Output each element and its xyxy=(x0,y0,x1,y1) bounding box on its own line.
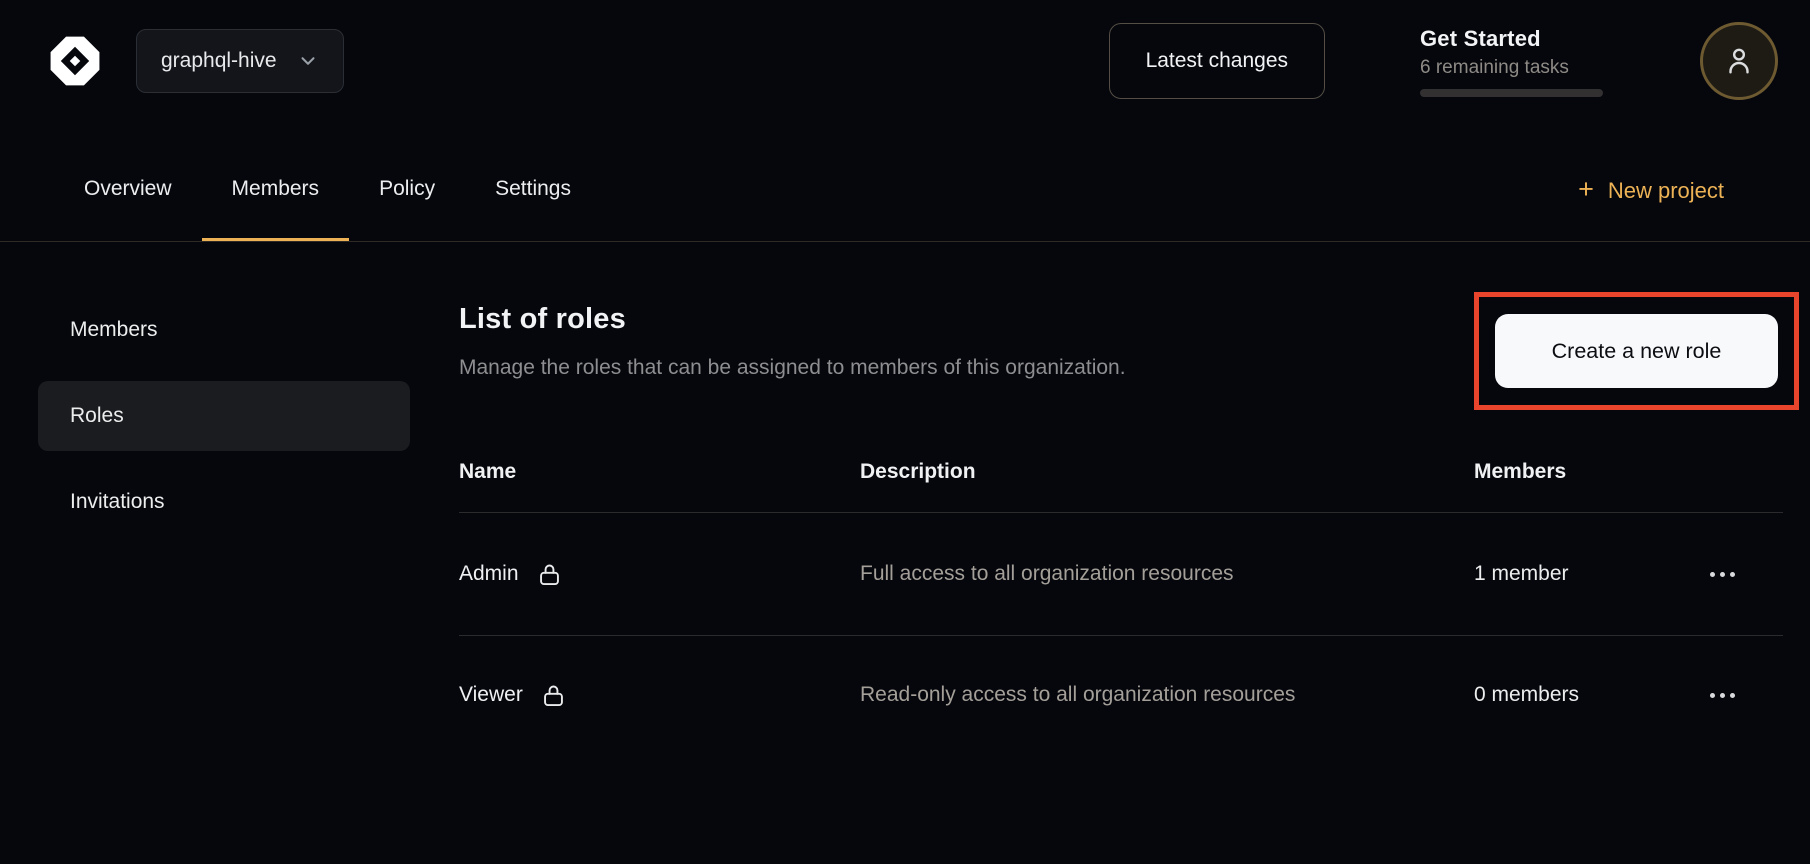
role-name: Admin xyxy=(459,562,519,586)
plus-icon: + xyxy=(1578,176,1594,203)
members-sidebar: Members Roles Invitations xyxy=(38,295,410,754)
get-started-progress-bar xyxy=(1420,89,1603,97)
member-count: 0 members xyxy=(1474,683,1579,707)
chevron-down-icon xyxy=(297,50,319,72)
header-top-row: graphql-hive Latest changes Get Started … xyxy=(42,22,1778,100)
content-area: Members Roles Invitations List of roles … xyxy=(0,242,1810,754)
table-row: Admin Full access to all organization re… xyxy=(459,513,1783,636)
role-name: Viewer xyxy=(459,683,523,707)
role-members-cell: 0 members xyxy=(1474,683,1783,707)
new-project-label: New project xyxy=(1608,178,1724,204)
ellipsis-menu-icon[interactable] xyxy=(1708,566,1737,583)
roles-title-block: List of roles Manage the roles that can … xyxy=(459,295,1126,380)
latest-changes-label: Latest changes xyxy=(1146,49,1288,73)
sidebar-item-members[interactable]: Members xyxy=(38,295,410,365)
page-subtitle: Manage the roles that can be assigned to… xyxy=(459,356,1126,380)
lock-icon xyxy=(540,682,567,709)
tab-members[interactable]: Members xyxy=(202,140,350,241)
role-description: Read-only access to all organization res… xyxy=(860,678,1350,712)
sidebar-item-invitations-label: Invitations xyxy=(70,490,165,514)
member-count: 1 member xyxy=(1474,562,1569,586)
column-header-description: Description xyxy=(860,460,1474,484)
hive-logo-icon xyxy=(42,28,108,94)
table-header-row: Name Description Members xyxy=(459,460,1783,513)
new-project-link[interactable]: + New project xyxy=(1578,177,1750,204)
user-avatar[interactable] xyxy=(1700,22,1778,100)
sidebar-item-members-label: Members xyxy=(70,318,158,342)
tab-settings-label: Settings xyxy=(495,177,571,201)
roles-table: Name Description Members Admin Full acce… xyxy=(459,460,1783,754)
get-started-widget[interactable]: Get Started 6 remaining tasks xyxy=(1420,26,1603,97)
sidebar-item-roles[interactable]: Roles xyxy=(38,381,410,451)
tab-policy-label: Policy xyxy=(379,177,435,201)
get-started-title: Get Started xyxy=(1420,26,1603,52)
tab-members-label: Members xyxy=(232,177,320,201)
lock-icon xyxy=(536,561,563,588)
table-row: Viewer Read-only access to all organizat… xyxy=(459,636,1783,754)
org-tabs: Overview Members Policy Settings + New p… xyxy=(42,140,1778,241)
role-name-cell: Admin xyxy=(459,561,860,588)
tab-overview-label: Overview xyxy=(84,177,172,201)
latest-changes-button[interactable]: Latest changes xyxy=(1109,23,1325,99)
sidebar-item-invitations[interactable]: Invitations xyxy=(38,467,410,537)
tab-policy[interactable]: Policy xyxy=(349,140,465,241)
roles-main-panel: List of roles Manage the roles that can … xyxy=(410,295,1810,754)
sidebar-item-roles-label: Roles xyxy=(70,404,124,428)
role-name-cell: Viewer xyxy=(459,682,860,709)
annotation-highlight-box: Create a new role xyxy=(1474,292,1799,410)
role-description: Full access to all organization resource… xyxy=(860,557,1350,591)
app-header: graphql-hive Latest changes Get Started … xyxy=(0,0,1810,241)
page-title: List of roles xyxy=(459,303,1126,336)
tab-overview[interactable]: Overview xyxy=(54,140,202,241)
create-role-button[interactable]: Create a new role xyxy=(1495,314,1778,388)
get-started-subtitle: 6 remaining tasks xyxy=(1420,57,1603,79)
org-selector-button[interactable]: graphql-hive xyxy=(136,29,344,93)
tab-settings[interactable]: Settings xyxy=(465,140,601,241)
user-icon xyxy=(1722,44,1756,78)
column-header-name: Name xyxy=(459,460,860,484)
role-members-cell: 1 member xyxy=(1474,562,1783,586)
roles-header: List of roles Manage the roles that can … xyxy=(459,295,1799,410)
org-name: graphql-hive xyxy=(161,49,277,73)
ellipsis-menu-icon[interactable] xyxy=(1708,687,1737,704)
column-header-members: Members xyxy=(1474,460,1783,484)
